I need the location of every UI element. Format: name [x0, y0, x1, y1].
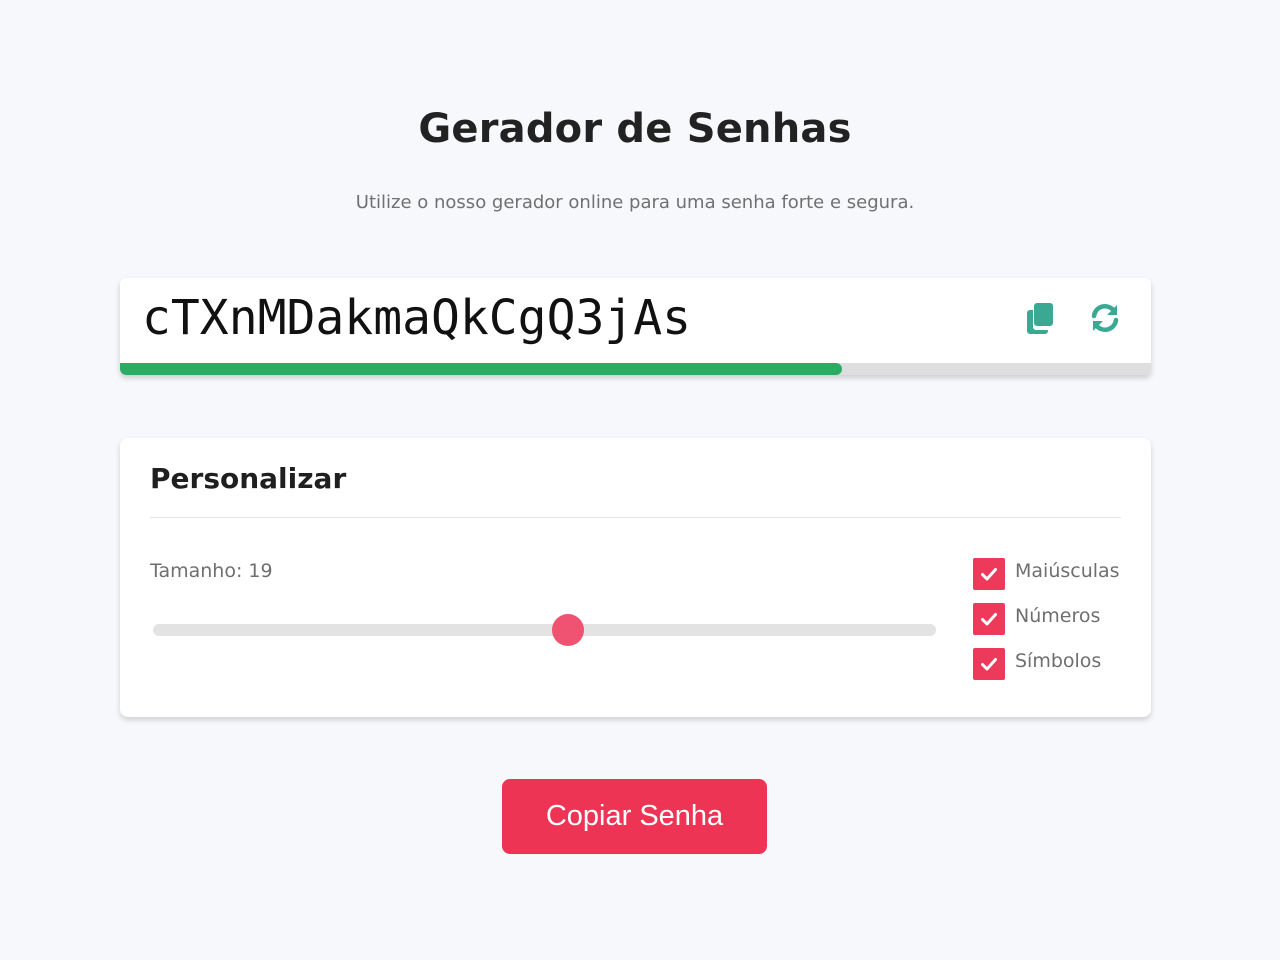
length-slider[interactable] [153, 614, 936, 646]
generated-password[interactable]: cTXnMDakmaQkCgQ3jAs [142, 290, 691, 346]
option-symbols[interactable]: Símbolos [973, 648, 1120, 693]
checkmark-icon [981, 568, 997, 581]
uppercase-checkbox[interactable] [973, 558, 1005, 590]
length-label: Tamanho: 19 [150, 560, 273, 582]
copy-icon[interactable] [1023, 300, 1059, 336]
copy-password-button[interactable]: Copiar Senha [502, 779, 767, 854]
uppercase-label: Maiúsculas [1015, 560, 1120, 582]
page-subtitle: Utilize o nosso gerador online para uma … [355, 192, 915, 213]
numbers-checkbox[interactable] [973, 603, 1005, 635]
divider [150, 517, 1121, 518]
symbols-checkbox[interactable] [973, 648, 1005, 680]
checkmark-icon [981, 613, 997, 626]
length-slider-thumb[interactable] [551, 614, 584, 646]
customize-title: Personalizar [150, 462, 347, 495]
numbers-label: Números [1015, 605, 1101, 627]
page-title: Gerador de Senhas [418, 106, 852, 152]
refresh-icon[interactable] [1087, 300, 1123, 336]
strength-bar-track [120, 363, 1151, 375]
option-uppercase[interactable]: Maiúsculas [973, 558, 1120, 603]
option-numbers[interactable]: Números [973, 603, 1120, 648]
options-list: Maiúsculas Números Símbolos [973, 558, 1120, 693]
password-display-card: cTXnMDakmaQkCgQ3jAs [120, 278, 1151, 375]
strength-bar-fill [120, 363, 842, 375]
symbols-label: Símbolos [1015, 650, 1102, 672]
customize-card: Personalizar Tamanho: 19 Maiúsculas Núme… [120, 438, 1151, 717]
checkmark-icon [981, 658, 997, 671]
